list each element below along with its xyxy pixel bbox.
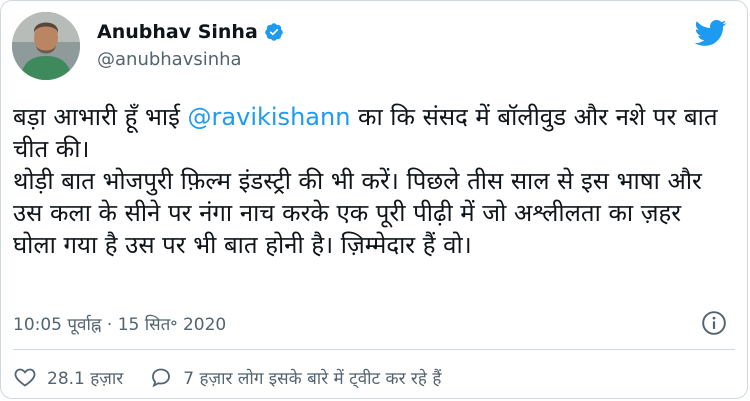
mention-link[interactable]: @ravikishann <box>188 103 351 131</box>
avatar-photo <box>12 12 80 80</box>
speech-bubble-icon <box>152 368 171 388</box>
discussion-link[interactable]: 7 हज़ार लोग इसके बारे में ट्वीट कर रहे ह… <box>149 365 441 389</box>
info-icon[interactable] <box>701 310 727 336</box>
author-name-text[interactable]: Anubhav Sinha <box>97 21 258 43</box>
twitter-bird-icon[interactable] <box>693 19 727 47</box>
tweet-text: बड़ा आभारी हूँ भाई @ravikishann का कि सं… <box>13 101 728 261</box>
like-count: 28.1 हज़ार <box>47 368 124 389</box>
tweet-text-segment: बड़ा आभारी हूँ भाई <box>13 103 188 131</box>
tweet-paragraph-1: बड़ा आभारी हूँ भाई @ravikishann का कि सं… <box>13 101 728 165</box>
heart-icon <box>14 368 36 387</box>
tweet-card[interactable]: Anubhav Sinha @anubhavsinha बड़ा आभारी ह… <box>0 0 748 399</box>
discussion-text: 7 हज़ार लोग इसके बारे में ट्वीट कर रहे ह… <box>183 368 442 389</box>
author-handle[interactable]: @anubhavsinha <box>97 49 242 70</box>
author-name[interactable]: Anubhav Sinha <box>97 21 284 43</box>
tweet-paragraph-2: थोड़ी बात भोजपुरी फ़िल्म इंडस्ट्री की भी… <box>13 167 702 259</box>
tweet-timestamp[interactable]: 10:05 पूर्वाह्न · 15 सित॰ 2020 <box>13 312 226 335</box>
avatar[interactable] <box>12 12 80 80</box>
like-button[interactable]: 28.1 हज़ार <box>13 365 123 389</box>
divider <box>13 349 735 350</box>
verified-badge-icon <box>265 23 283 41</box>
tweet-actions: 28.1 हज़ार 7 हज़ार लोग इसके बारे में ट्व… <box>13 365 441 389</box>
